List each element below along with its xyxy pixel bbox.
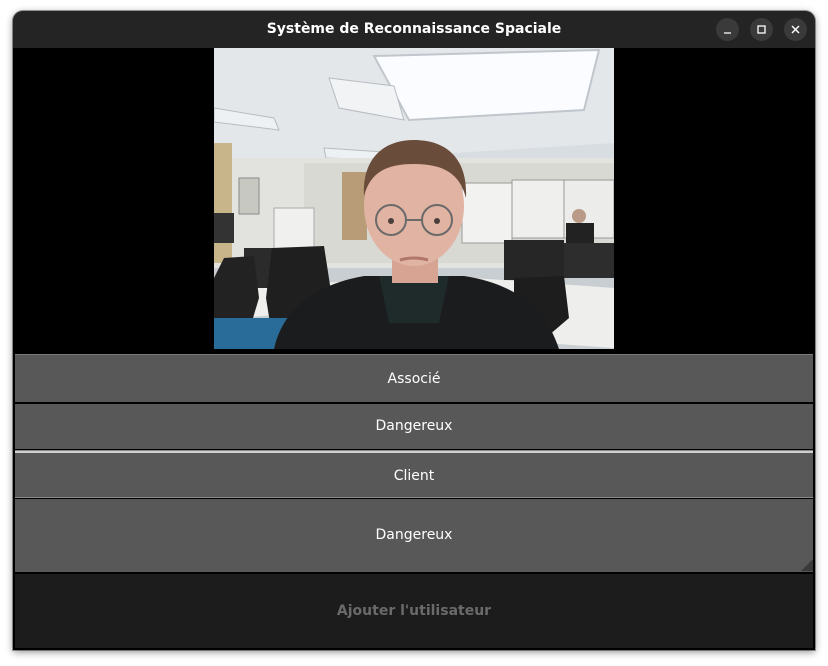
- app-window: Système de Reconnaissance Spaciale Assoc…: [13, 11, 815, 650]
- dangereux-button-2[interactable]: Dangereux: [15, 499, 813, 572]
- dangereux-button[interactable]: Dangereux: [15, 404, 813, 449]
- maximize-icon[interactable]: [750, 18, 773, 41]
- close-icon[interactable]: [784, 18, 807, 41]
- window-title: Système de Reconnaissance Spaciale: [266, 21, 562, 37]
- client-button[interactable]: Client: [15, 451, 813, 497]
- minimize-icon[interactable]: [716, 18, 739, 41]
- main-content: Associé Dangereux Client Dangereux Ajout…: [13, 48, 815, 650]
- button-divider: [15, 497, 813, 498]
- resize-grip-icon[interactable]: [801, 559, 813, 571]
- title-bar[interactable]: Système de Reconnaissance Spaciale: [13, 11, 815, 48]
- associe-button[interactable]: Associé: [15, 354, 813, 402]
- webcam-image: [214, 48, 614, 349]
- add-user-button[interactable]: Ajouter l'utilisateur: [15, 574, 813, 648]
- webcam-feed: [214, 48, 614, 349]
